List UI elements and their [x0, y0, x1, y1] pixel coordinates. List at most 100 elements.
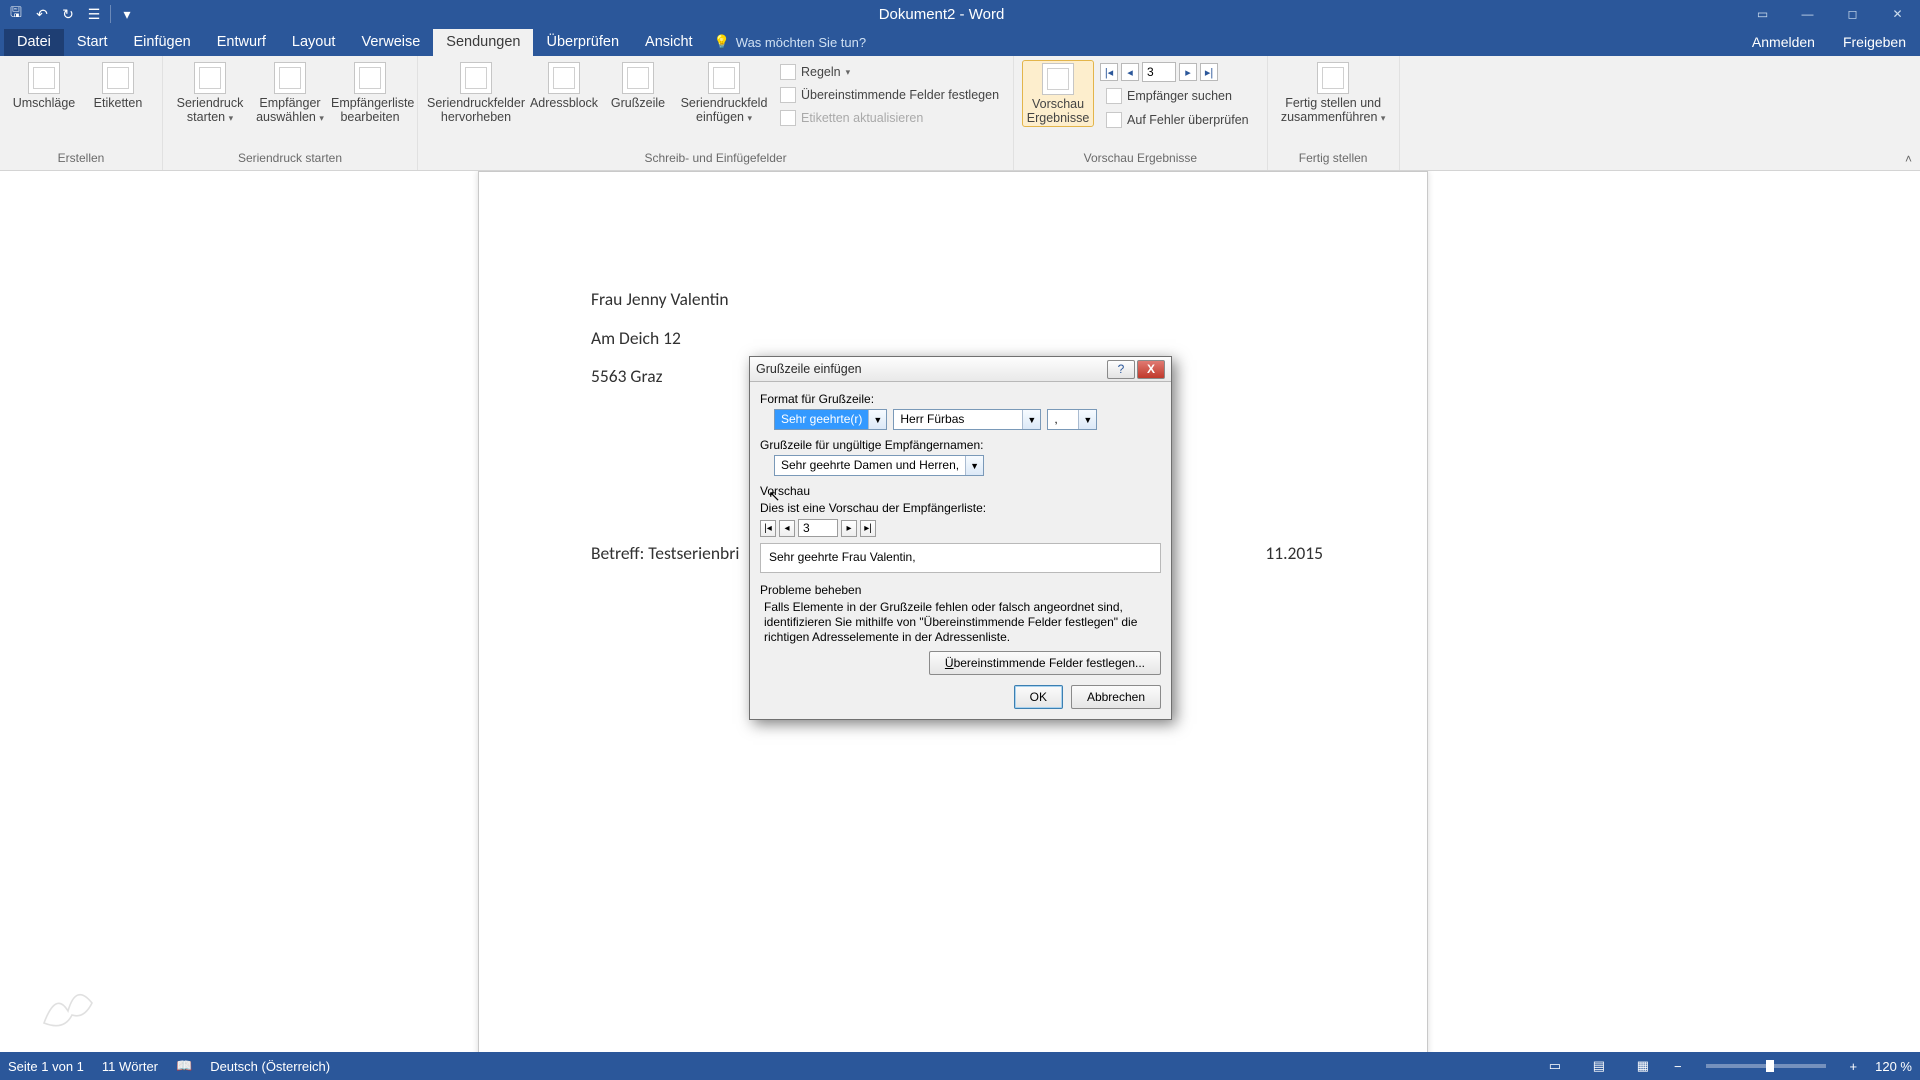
match-fields-button[interactable]: Übereinstimmende Felder festlegen... [929, 651, 1161, 675]
next-record-icon[interactable]: ▸ [841, 520, 857, 537]
problems-heading: Probleme beheben [760, 583, 1161, 597]
tab-references[interactable]: Verweise [348, 29, 433, 56]
print-layout-icon[interactable]: ▤ [1586, 1056, 1612, 1076]
last-record-icon[interactable]: ▸| [860, 520, 876, 537]
rules-button[interactable]: Regeln [774, 62, 1005, 82]
envelopes-button[interactable]: Umschläge [8, 60, 80, 110]
start-mail-merge-button[interactable]: Seriendruck starten [171, 60, 249, 125]
tab-insert[interactable]: Einfügen [120, 29, 203, 56]
finish-icon [1317, 62, 1349, 94]
problems-text: Falls Elemente in der Grußzeile fehlen o… [760, 600, 1161, 645]
window-title: Dokument2 - Word [143, 6, 1740, 23]
minimize-icon[interactable]: — [1785, 0, 1830, 28]
zoom-in-icon[interactable]: + [1850, 1059, 1858, 1074]
subject-line: Betreff: Testserienbri [591, 542, 739, 564]
edit-recipients-button[interactable]: Empfängerliste bearbeiten [331, 60, 409, 125]
ribbon-display-icon[interactable]: ▭ [1740, 0, 1785, 28]
page-indicator[interactable]: Seite 1 von 1 [8, 1059, 84, 1074]
address-block-button[interactable]: Adressblock [528, 60, 600, 110]
update-icon [780, 110, 796, 126]
preview-subtext: Dies ist eine Vorschau der Empfängerlist… [760, 501, 1161, 515]
quick-access-toolbar: 🖫 ↶ ↻ ☰ ▾ [0, 3, 143, 25]
chevron-down-icon[interactable]: ▼ [1078, 410, 1096, 429]
chevron-down-icon[interactable]: ▼ [965, 456, 983, 475]
preview-results-button[interactable]: Vorschau Ergebnisse [1022, 60, 1094, 127]
select-recipients-button[interactable]: Empfänger auswählen [251, 60, 329, 125]
format-label: Format für Grußzeile: [760, 392, 1161, 406]
tab-home[interactable]: Start [64, 29, 121, 56]
ribbon-tabs: Datei Start Einfügen Entwurf Layout Verw… [0, 28, 1920, 56]
check-icon [1106, 112, 1122, 128]
prev-record-icon[interactable]: ◂ [779, 520, 795, 537]
collapse-ribbon-icon[interactable]: ˄ [1905, 152, 1912, 166]
spellcheck-icon[interactable]: 📖 [176, 1058, 192, 1074]
touch-mode-icon[interactable]: ☰ [82, 3, 106, 25]
dialog-record-input[interactable] [798, 519, 838, 537]
dialog-close-icon[interactable]: X [1137, 360, 1165, 379]
share-button[interactable]: Freigeben [1829, 28, 1920, 56]
chevron-down-icon[interactable]: ▼ [1022, 410, 1040, 429]
invalid-greeting-combo[interactable]: Sehr geehrte Damen und Herren,▼ [774, 455, 984, 476]
tab-review[interactable]: Überprüfen [533, 29, 632, 56]
highlight-fields-button[interactable]: Seriendruckfelder hervorheben [426, 60, 526, 125]
greeting-icon [622, 62, 654, 94]
zoom-level[interactable]: 120 % [1875, 1059, 1912, 1074]
finish-merge-button[interactable]: Fertig stellen und zusammenführen [1276, 60, 1391, 125]
mail-merge-icon [194, 62, 226, 94]
update-labels-button: Etiketten aktualisieren [774, 108, 1005, 128]
recipient-name: Frau Jenny Valentin [591, 287, 1327, 312]
watermark-icon [28, 972, 108, 1042]
insert-merge-field-button[interactable]: Seriendruckfeld einfügen [676, 60, 772, 125]
ok-button[interactable]: OK [1014, 685, 1063, 709]
envelope-icon [28, 62, 60, 94]
cancel-button[interactable]: Abbrechen [1071, 685, 1161, 709]
tab-view[interactable]: Ansicht [632, 29, 706, 56]
read-mode-icon[interactable]: ▭ [1542, 1056, 1568, 1076]
group-label: Schreib- und Einfügefelder [644, 149, 786, 168]
tab-file[interactable]: Datei [4, 29, 64, 56]
maximize-icon[interactable]: ◻ [1830, 0, 1875, 28]
prev-record-icon[interactable]: ◂ [1121, 63, 1139, 81]
group-label: Vorschau Ergebnisse [1084, 149, 1197, 168]
tell-me-search[interactable]: 💡 Was möchten Sie tun? [706, 28, 875, 56]
undo-icon[interactable]: ↶ [30, 3, 54, 25]
tab-layout[interactable]: Layout [279, 29, 349, 56]
chevron-down-icon[interactable]: ▼ [868, 410, 886, 429]
edit-recipients-icon [354, 62, 386, 94]
check-errors-button[interactable]: Auf Fehler überprüfen [1100, 110, 1255, 130]
first-record-icon[interactable]: |◂ [1100, 63, 1118, 81]
dialog-help-icon[interactable]: ? [1107, 360, 1135, 379]
web-layout-icon[interactable]: ▦ [1630, 1056, 1656, 1076]
first-record-icon[interactable]: |◂ [760, 520, 776, 537]
last-record-icon[interactable]: ▸| [1200, 63, 1218, 81]
name-format-combo[interactable]: Herr Fürbas▼ [893, 409, 1041, 430]
redo-icon[interactable]: ↻ [56, 3, 80, 25]
greeting-line-button[interactable]: Grußzeile [602, 60, 674, 110]
tab-design[interactable]: Entwurf [204, 29, 279, 56]
match-icon [780, 87, 796, 103]
lightbulb-icon: 💡 [714, 34, 730, 50]
sign-in-link[interactable]: Anmelden [1738, 28, 1829, 56]
preview-heading: Vorschau ↖ [760, 484, 1161, 498]
close-icon[interactable]: ✕ [1875, 0, 1920, 28]
record-number-input[interactable] [1142, 62, 1176, 82]
preview-box: Sehr geehrte Frau Valentin, [760, 543, 1161, 573]
labels-button[interactable]: Etiketten [82, 60, 154, 110]
ribbon: Umschläge Etiketten Erstellen Seriendruc… [0, 56, 1920, 171]
next-record-icon[interactable]: ▸ [1179, 63, 1197, 81]
match-fields-button[interactable]: Übereinstimmende Felder festlegen [774, 85, 1005, 105]
zoom-slider[interactable] [1706, 1064, 1826, 1068]
group-finish: Fertig stellen und zusammenführen Fertig… [1268, 56, 1400, 170]
preview-text: Sehr geehrte Frau Valentin, [769, 550, 916, 564]
dialog-titlebar[interactable]: Grußzeile einfügen ? X [750, 357, 1171, 382]
tab-mailings[interactable]: Sendungen [433, 29, 533, 56]
language-indicator[interactable]: Deutsch (Österreich) [210, 1059, 330, 1074]
greeting-format-combo[interactable]: Sehr geehrte(r)▼ [774, 409, 887, 430]
save-icon[interactable]: 🖫 [4, 3, 28, 25]
find-recipient-button[interactable]: Empfänger suchen [1100, 86, 1255, 106]
highlight-icon [460, 62, 492, 94]
zoom-out-icon[interactable]: − [1674, 1059, 1682, 1074]
qat-customize-icon[interactable]: ▾ [115, 3, 139, 25]
word-count[interactable]: 11 Wörter [102, 1059, 158, 1074]
punctuation-combo[interactable]: ,▼ [1047, 409, 1097, 430]
